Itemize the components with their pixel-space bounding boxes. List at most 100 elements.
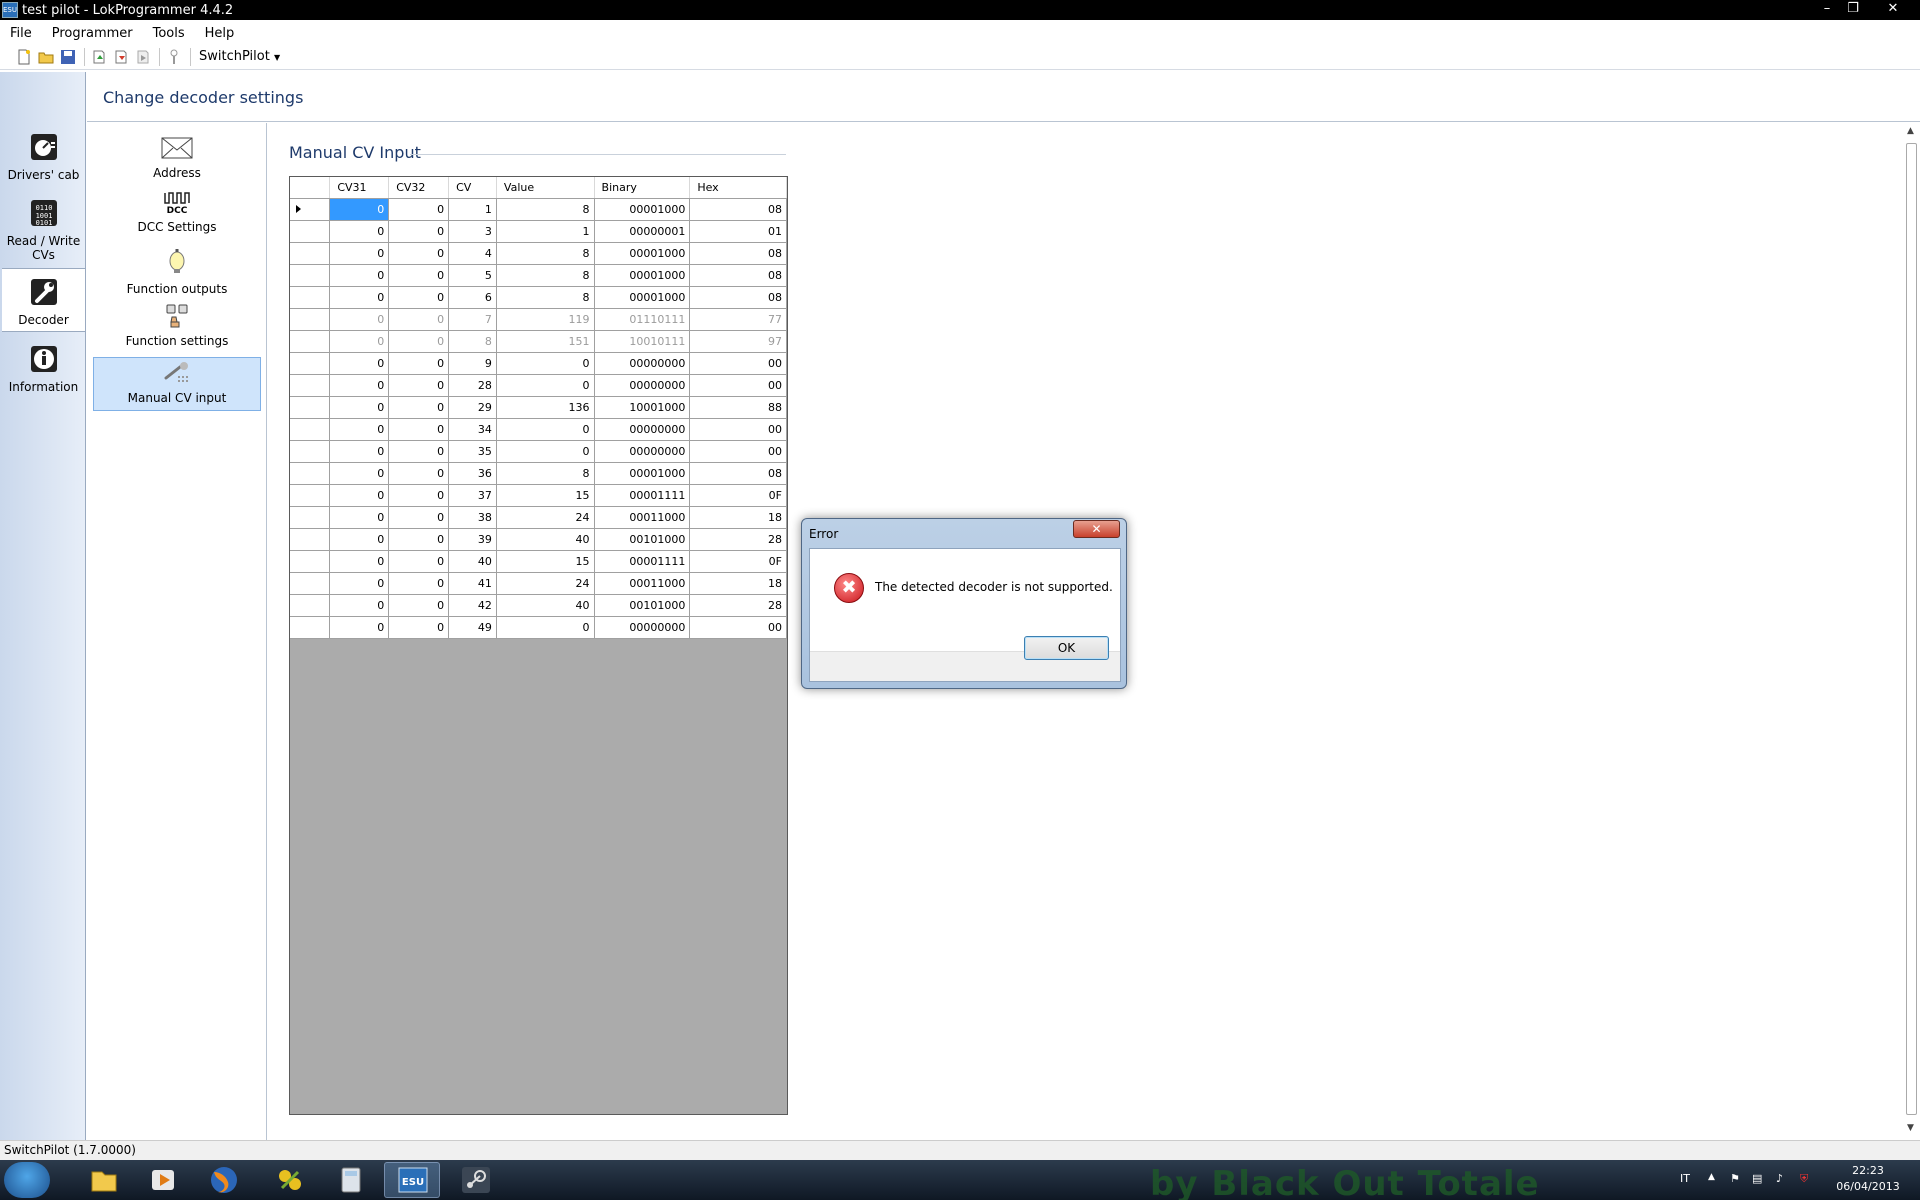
cell-value[interactable]: 1 [496, 220, 595, 243]
cell-cv[interactable]: 36 [448, 462, 497, 485]
table-row[interactable]: 0 0 34 0 00000000 00 [290, 418, 787, 441]
row-header[interactable] [290, 396, 331, 419]
cell-value[interactable]: 40 [496, 528, 595, 551]
cell-cv31[interactable]: 0 [329, 352, 390, 375]
subnav-dcc-settings[interactable]: DCC DCC Settings [93, 189, 261, 234]
cell-binary[interactable]: 00001111 [594, 550, 691, 573]
cell-cv32[interactable]: 0 [388, 528, 450, 551]
cell-value[interactable]: 0 [496, 352, 595, 375]
cell-value[interactable]: 8 [496, 462, 595, 485]
save-icon[interactable] [60, 49, 76, 65]
cell-hex[interactable]: 00 [689, 616, 787, 639]
cell-binary[interactable]: 00000000 [594, 440, 691, 463]
cell-cv32[interactable]: 0 [388, 330, 450, 353]
table-row[interactable]: 0 0 7 119 01110111 77 [290, 308, 787, 331]
cell-cv[interactable]: 1 [448, 198, 497, 221]
cell-hex[interactable]: 97 [689, 330, 787, 353]
minimize-icon[interactable]: – [1814, 0, 1840, 18]
row-header[interactable] [290, 220, 331, 243]
cell-hex[interactable]: 01 [689, 220, 787, 243]
dialog-close-button[interactable]: ✕ [1073, 520, 1120, 538]
table-row[interactable]: 0 0 29 136 10001000 88 [290, 396, 787, 419]
cell-cv[interactable]: 6 [448, 286, 497, 309]
volume-icon[interactable]: ♪ [1776, 1172, 1783, 1185]
scrollbar-thumb[interactable] [1906, 143, 1917, 1115]
switchpilot-dropdown[interactable]: SwitchPilot ▼ [199, 49, 280, 64]
nav-drivers-cab[interactable]: Drivers' cab [2, 132, 85, 182]
close-icon[interactable]: ✕ [1880, 0, 1906, 18]
cell-binary[interactable]: 00101000 [594, 528, 691, 551]
cell-cv32[interactable]: 0 [388, 352, 450, 375]
tray-expand-icon[interactable]: ▲ [1708, 1172, 1715, 1182]
cell-value[interactable]: 15 [496, 550, 595, 573]
cell-hex[interactable]: 08 [689, 264, 787, 287]
cell-value[interactable]: 8 [496, 286, 595, 309]
cell-cv[interactable]: 7 [448, 308, 497, 331]
cell-value[interactable]: 8 [496, 242, 595, 265]
cell-binary[interactable]: 00001000 [594, 198, 691, 221]
cell-hex[interactable]: 08 [689, 286, 787, 309]
restore-icon[interactable]: ❐ [1840, 0, 1866, 18]
column-header-cv[interactable]: CV [448, 177, 497, 199]
cell-value[interactable]: 0 [496, 616, 595, 639]
scroll-up-icon[interactable]: ▲ [1907, 126, 1914, 136]
row-header[interactable] [290, 308, 331, 331]
table-row[interactable]: 0 0 35 0 00000000 00 [290, 440, 787, 463]
cell-value[interactable]: 0 [496, 374, 595, 397]
subnav-address[interactable]: Address [93, 135, 261, 180]
cell-cv32[interactable]: 0 [388, 198, 450, 221]
table-row[interactable]: 0 0 1 8 00001000 08 [290, 198, 787, 221]
row-header[interactable] [290, 352, 331, 375]
cell-cv31[interactable]: 0 [329, 242, 390, 265]
table-row[interactable]: 0 0 41 24 00011000 18 [290, 572, 787, 595]
cell-hex[interactable]: 77 [689, 308, 787, 331]
cell-value[interactable]: 0 [496, 418, 595, 441]
cell-cv31[interactable]: 0 [329, 528, 390, 551]
cell-binary[interactable]: 10010111 [594, 330, 691, 353]
table-row[interactable]: 0 0 6 8 00001000 08 [290, 286, 787, 309]
row-header[interactable] [290, 374, 331, 397]
nav-decoder[interactable]: Decoder [2, 268, 85, 332]
cell-cv31[interactable]: 0 [329, 220, 390, 243]
cell-cv32[interactable]: 0 [388, 242, 450, 265]
cell-value[interactable]: 136 [496, 396, 595, 419]
antivirus-shield-icon[interactable]: ⛨ [1800, 1172, 1808, 1186]
row-header[interactable] [290, 418, 331, 441]
nav-read-write-cvs[interactable]: 0110 1001 0101 Read / Write CVs [2, 198, 85, 262]
cell-hex[interactable]: 28 [689, 594, 787, 617]
menu-programmer[interactable]: Programmer [52, 26, 133, 41]
network-icon[interactable]: ▤ [1752, 1172, 1762, 1185]
ok-button[interactable]: OK [1024, 636, 1109, 660]
menu-help[interactable]: Help [205, 26, 235, 41]
column-header-cv32[interactable]: CV32 [388, 177, 450, 199]
row-header[interactable] [290, 198, 331, 221]
cell-value[interactable]: 119 [496, 308, 595, 331]
cell-hex[interactable]: 88 [689, 396, 787, 419]
cell-binary[interactable]: 00000000 [594, 352, 691, 375]
cell-cv32[interactable]: 0 [388, 264, 450, 287]
table-row[interactable]: 0 0 36 8 00001000 08 [290, 462, 787, 485]
cell-cv31[interactable]: 0 [329, 440, 390, 463]
scroll-down-icon[interactable]: ▼ [1907, 1123, 1914, 1133]
table-row[interactable]: 0 0 5 8 00001000 08 [290, 264, 787, 287]
cell-cv32[interactable]: 0 [388, 594, 450, 617]
write-decoder-icon[interactable] [113, 49, 129, 65]
row-header[interactable] [290, 462, 331, 485]
table-row[interactable]: 0 0 28 0 00000000 00 [290, 374, 787, 397]
row-header[interactable] [290, 506, 331, 529]
action-center-flag-icon[interactable]: ⚑ [1730, 1172, 1740, 1185]
cell-cv32[interactable]: 0 [388, 550, 450, 573]
table-row[interactable]: 0 0 37 15 00001111 0F [290, 484, 787, 507]
cell-cv31[interactable]: 0 [329, 594, 390, 617]
row-header[interactable] [290, 242, 331, 265]
cell-binary[interactable]: 00001000 [594, 264, 691, 287]
row-header[interactable] [290, 264, 331, 287]
cell-binary[interactable]: 00000000 [594, 418, 691, 441]
row-header[interactable] [290, 330, 331, 353]
cell-cv31[interactable]: 0 [329, 308, 390, 331]
column-header-cv31[interactable]: CV31 [329, 177, 390, 199]
cell-cv32[interactable]: 0 [388, 572, 450, 595]
nav-information[interactable]: Information [2, 344, 85, 394]
cell-cv31[interactable]: 0 [329, 484, 390, 507]
cell-binary[interactable]: 00001000 [594, 242, 691, 265]
